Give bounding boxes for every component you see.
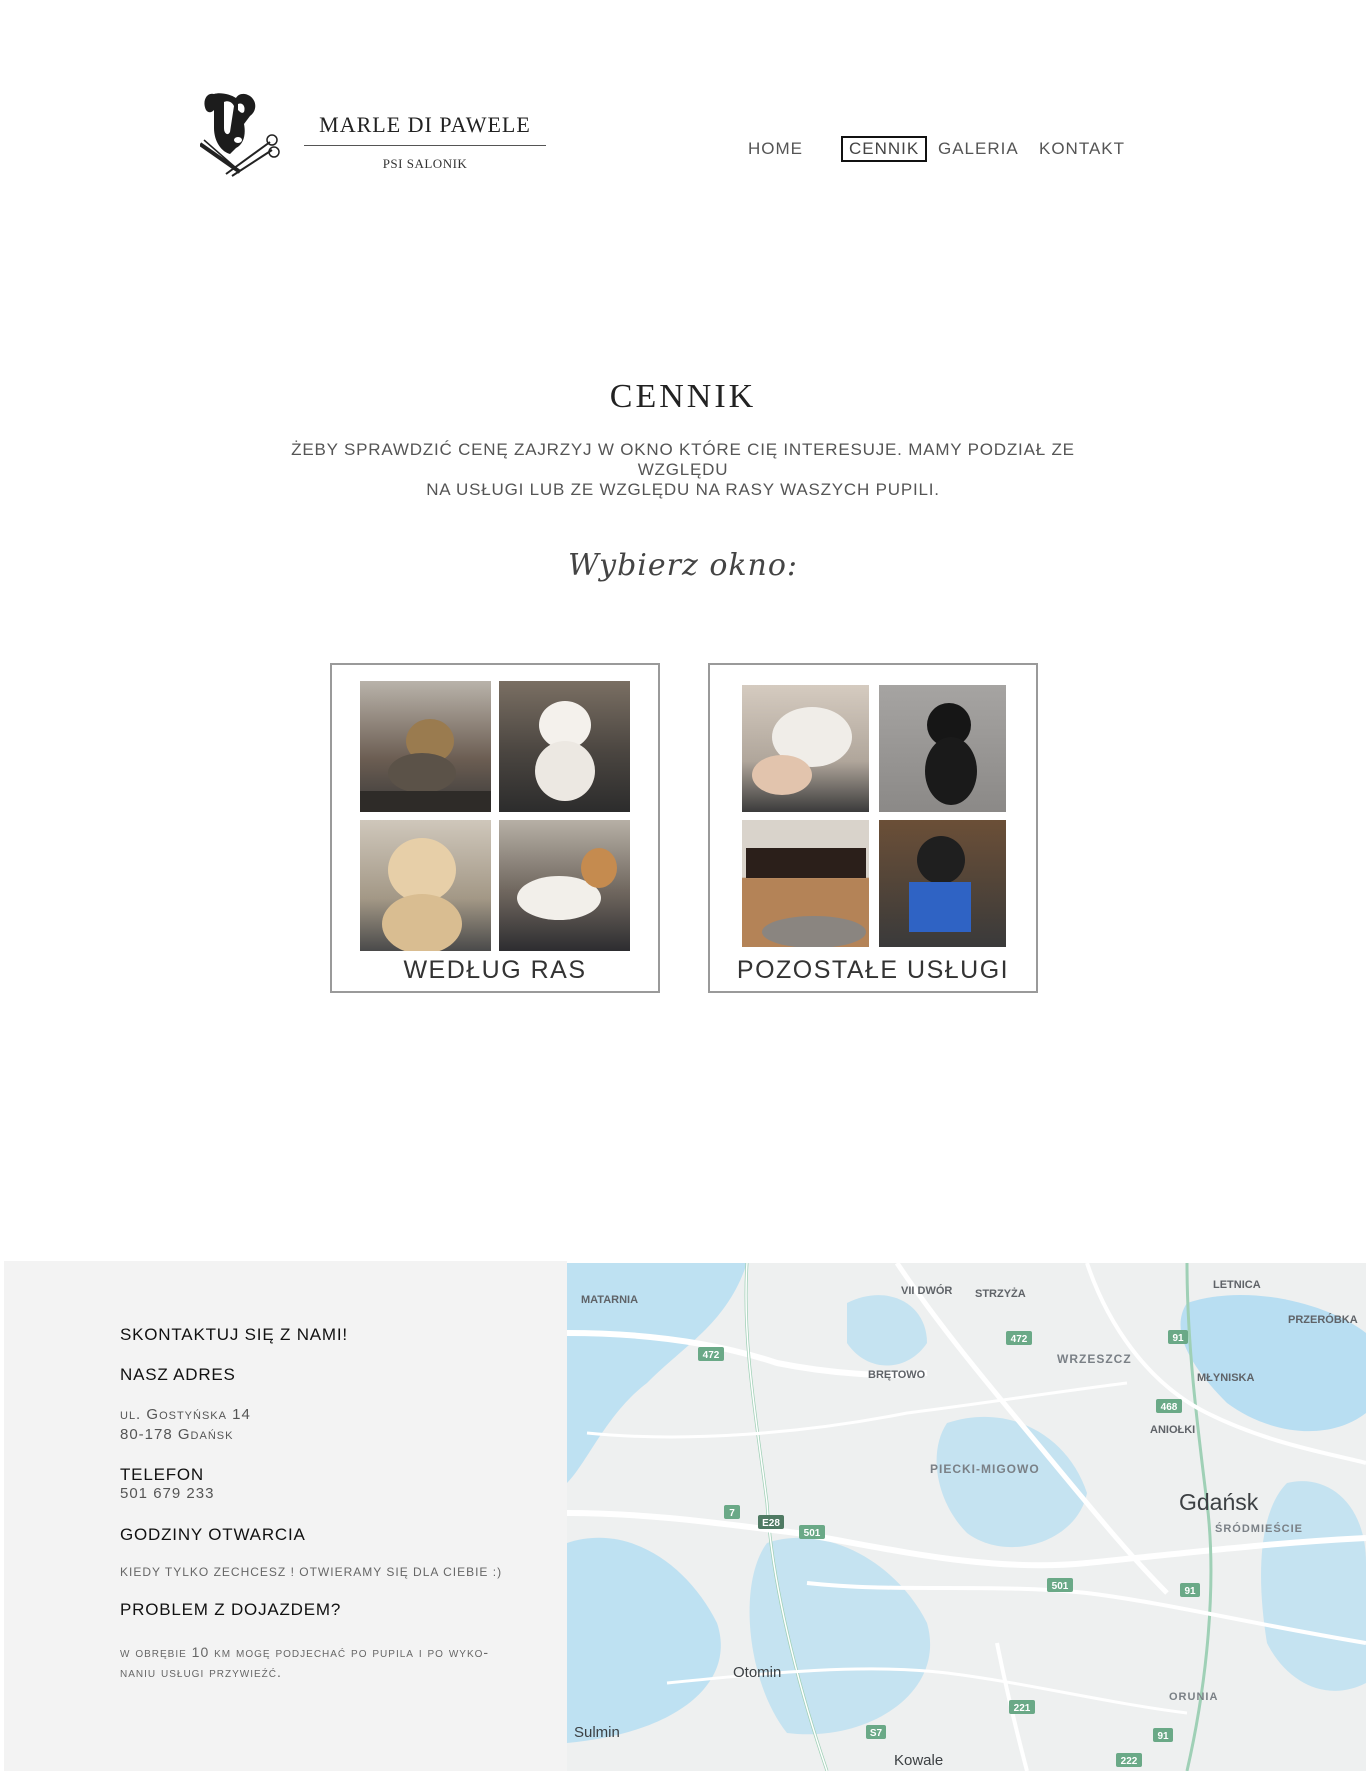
address-heading: NASZ ADRES — [120, 1365, 236, 1384]
intro-text: ŻEBY SPRAWDZIĆ CENĘ ZAJRZYJ W OKNO KTÓRE… — [260, 440, 1106, 500]
brand-subtitle: PSI SALONIK — [382, 156, 468, 171]
photo-fur-pile — [742, 820, 869, 947]
dog-photo-icon — [752, 707, 852, 795]
nav-home[interactable]: HOME — [748, 136, 803, 162]
logo[interactable] — [198, 88, 280, 180]
intro-line-2: NA USŁUGI LUB ZE WZGLĘDU NA RASY WASZYCH… — [426, 480, 940, 499]
nav-kontakt[interactable]: KONTAKT — [1039, 136, 1125, 162]
svg-text:221: 221 — [1014, 1703, 1031, 1714]
card-other-services[interactable]: POZOSTAŁE USŁUGI — [708, 663, 1038, 993]
dog-photo-icon — [360, 719, 491, 812]
hours-heading: GODZINY OTWARCIA — [120, 1525, 306, 1544]
photo-towel-dog — [879, 820, 1006, 947]
svg-text:91: 91 — [1157, 1731, 1169, 1742]
svg-text:501: 501 — [804, 1528, 821, 1539]
phone-heading: TELEFON — [120, 1465, 205, 1484]
address-line-1: ul. Gostyńska 14 — [120, 1406, 251, 1423]
svg-text:Otomin: Otomin — [733, 1664, 781, 1681]
card-photo-grid — [738, 681, 1008, 951]
svg-text:468: 468 — [1161, 1402, 1178, 1413]
photo-jack-russell — [499, 820, 630, 951]
svg-text:ŚRÓDMIEŚCIE: ŚRÓDMIEŚCIE — [1215, 1522, 1303, 1535]
svg-text:91: 91 — [1172, 1333, 1184, 1344]
svg-text:LETNICA: LETNICA — [1213, 1279, 1261, 1291]
intro-line-1: ŻEBY SPRAWDZIĆ CENĘ ZAJRZYJ W OKNO KTÓRE… — [291, 440, 1075, 479]
card-photo-grid — [360, 681, 630, 951]
hours-text: KIEDY TYLKO ZECHCESZ ! OTWIERAMY SIĘ DLA… — [120, 1565, 503, 1579]
brand-title: MARLE DI PAWELE — [319, 112, 531, 137]
svg-text:222: 222 — [1121, 1756, 1138, 1767]
svg-text:Gdańsk: Gdańsk — [1179, 1489, 1259, 1515]
dog-photo-icon — [746, 848, 866, 947]
svg-text:PRZERÓBKA: PRZERÓBKA — [1288, 1313, 1358, 1326]
photo-black-dog — [879, 685, 1006, 812]
svg-text:Kowale: Kowale — [894, 1752, 943, 1769]
svg-text:BRĘTOWO: BRĘTOWO — [868, 1369, 926, 1381]
svg-text:MŁYNISKA: MŁYNISKA — [1197, 1372, 1255, 1384]
svg-text:S7: S7 — [870, 1728, 883, 1739]
photo-poodle — [360, 820, 491, 951]
choose-window-label: Wybierz okno: — [567, 548, 799, 583]
contact-panel: SKONTAKTUJ SIĘ Z NAMI! NASZ ADRES ul. Go… — [4, 1261, 567, 1771]
map-embed[interactable]: MATARNIA VII DWÓR STRZYŻA LETNICA PRZERÓ… — [567, 1263, 1366, 1771]
address-line-2: 80-178 Gdańsk — [120, 1426, 234, 1443]
travel-line-2: naniu usługi przywieźć. — [120, 1664, 282, 1680]
phone-number[interactable]: 501 679 233 — [120, 1485, 214, 1502]
nav-cennik[interactable]: CENNIK — [841, 136, 928, 162]
dog-photo-icon — [517, 848, 617, 920]
dog-photo-icon — [382, 838, 462, 951]
svg-text:WRZESZCZ: WRZESZCZ — [1057, 1352, 1132, 1366]
dog-photo-icon — [909, 836, 971, 932]
dog-photo-icon — [925, 703, 977, 805]
travel-line-1: w obrębie 10 km mogę podjechać po pupila… — [120, 1644, 490, 1660]
nav-galeria[interactable]: GALERIA — [938, 136, 1019, 162]
svg-text:VII DWÓR: VII DWÓR — [901, 1284, 952, 1297]
svg-text:PIECKI-MIGOWO: PIECKI-MIGOWO — [930, 1462, 1040, 1476]
dog-scissors-logo-icon — [198, 93, 280, 177]
svg-text:E28: E28 — [762, 1518, 780, 1529]
travel-heading: PROBLEM Z DOJAZDEM? — [120, 1600, 342, 1619]
photo-yorkie — [360, 681, 491, 812]
svg-text:472: 472 — [1011, 1334, 1028, 1345]
card-label-by-breed: WEDŁUG RAS — [403, 956, 587, 984]
brand-divider — [304, 145, 546, 146]
svg-text:MATARNIA: MATARNIA — [581, 1294, 638, 1306]
contact-heading: SKONTAKTUJ SIĘ Z NAMI! — [120, 1325, 348, 1344]
photo-maltese — [499, 681, 630, 812]
svg-text:ORUNIA: ORUNIA — [1169, 1691, 1218, 1703]
svg-text:501: 501 — [1052, 1581, 1069, 1592]
map-canvas[interactable]: MATARNIA VII DWÓR STRZYŻA LETNICA PRZERÓ… — [567, 1263, 1366, 1771]
svg-text:ANIOŁKI: ANIOŁKI — [1150, 1424, 1195, 1436]
svg-text:472: 472 — [703, 1350, 720, 1361]
card-label-other-services: POZOSTAŁE USŁUGI — [736, 956, 1010, 984]
svg-text:STRZYŻA: STRZYŻA — [975, 1287, 1026, 1300]
svg-text:91: 91 — [1184, 1586, 1196, 1597]
card-by-breed[interactable]: WEDŁUG RAS — [330, 663, 660, 993]
svg-text:7: 7 — [729, 1508, 735, 1519]
photo-grooming-scissors — [742, 685, 869, 812]
page-title: CENNIK — [609, 378, 757, 415]
svg-text:Sulmin: Sulmin — [574, 1724, 620, 1741]
dog-photo-icon — [535, 701, 595, 801]
